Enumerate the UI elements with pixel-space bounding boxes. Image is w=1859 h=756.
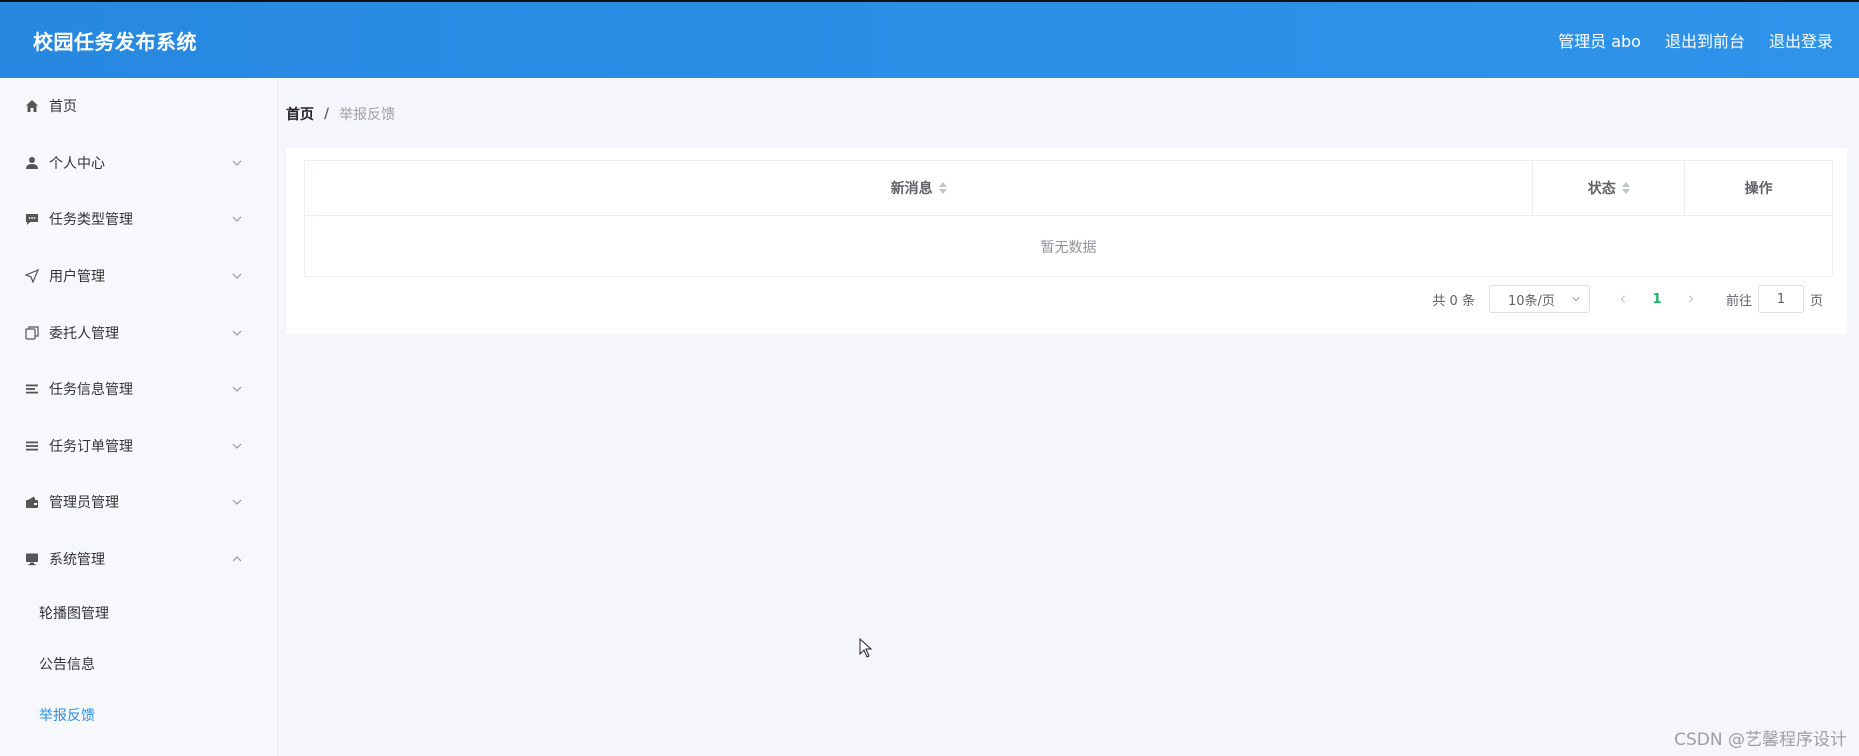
goto-page: 前往 页 (1726, 285, 1823, 313)
content-card: 新消息 状态 操作 暂无数据 共 0 条 10条/页 1 前往 1 页 (286, 148, 1847, 334)
watermark: CSDN @艺馨程序设计 (1674, 730, 1847, 750)
chat-icon (24, 211, 40, 227)
column-header-label: 操作 (1744, 181, 1773, 197)
sidebar-item-admins[interactable]: 管理员管理 (0, 474, 277, 531)
menu-icon (24, 438, 40, 454)
sidebar-subitem-label: 公告信息 (39, 656, 95, 673)
chevron-down-icon (1572, 296, 1580, 302)
chevron-down-icon (232, 386, 242, 393)
sort-icon[interactable] (938, 182, 947, 194)
send-icon (24, 268, 40, 284)
column-header-label: 新消息 (890, 181, 933, 197)
list-icon (24, 381, 40, 397)
next-page-button[interactable] (1676, 285, 1706, 313)
column-header-label: 状态 (1587, 181, 1616, 197)
breadcrumb: 首页 / 举报反馈 (286, 104, 395, 124)
chevron-right-icon (1688, 295, 1694, 303)
wallet-icon (24, 494, 40, 510)
pagination: 共 0 条 10条/页 1 前往 页 (1432, 285, 1823, 313)
goto-suffix: 页 (1809, 293, 1823, 309)
current-user-label[interactable]: 管理员 abo (1558, 28, 1641, 52)
chevron-down-icon (232, 273, 242, 279)
monitor-icon (24, 551, 40, 567)
chevron-down-icon (232, 160, 242, 166)
sidebar-subitem-label: 轮播图管理 (39, 605, 109, 622)
sidebar-item-label: 任务订单管理 (49, 438, 133, 455)
page-size-value: 10条/页 (1507, 293, 1555, 309)
sort-icon[interactable] (1621, 182, 1630, 194)
main-content: 首页 / 举报反馈 新消息 状态 操作 暂无数据 共 0 条 10条/页 1 前… (278, 78, 1859, 756)
sidebar-subitem-carousel[interactable]: 轮播图管理 (0, 587, 277, 638)
sidebar-item-label: 任务信息管理 (49, 382, 133, 399)
chevron-down-icon (232, 500, 242, 506)
sidebar: 首页 个人中心 任务类型管理 用户管理 委托人管理 任务信息管理 任务订单管理 … (0, 78, 278, 756)
user-icon (24, 155, 40, 171)
logout-link[interactable]: 退出登录 (1769, 28, 1833, 52)
goto-page-input[interactable] (1757, 285, 1804, 313)
goto-prefix: 前往 (1725, 293, 1752, 309)
table-empty-text: 暂无数据 (1040, 239, 1097, 256)
sidebar-item-label: 用户管理 (49, 269, 105, 286)
sidebar-item-label: 任务类型管理 (49, 212, 133, 229)
sidebar-subitem-feedback[interactable]: 举报反馈 (0, 689, 277, 740)
sidebar-item-label: 系统管理 (49, 552, 105, 569)
sidebar-item-clients[interactable]: 委托人管理 (0, 304, 277, 361)
prev-page-button[interactable] (1608, 285, 1638, 313)
sidebar-subitem-label: 举报反馈 (39, 707, 95, 724)
sidebar-item-task-info[interactable]: 任务信息管理 (0, 361, 277, 418)
sidebar-item-task-orders[interactable]: 任务订单管理 (0, 418, 277, 475)
data-table: 新消息 状态 操作 暂无数据 (304, 160, 1833, 277)
pagination-total: 共 0 条 (1432, 293, 1475, 309)
copy-icon (24, 325, 40, 341)
header-actions: 管理员 abo 退出到前台 退出登录 (1558, 28, 1833, 52)
column-header-message[interactable]: 新消息 (305, 161, 1534, 215)
breadcrumb-separator: / (324, 106, 330, 122)
sidebar-item-personal-center[interactable]: 个人中心 (0, 135, 277, 192)
sidebar-item-home[interactable]: 首页 (0, 78, 277, 135)
chevron-left-icon (1620, 295, 1626, 303)
sidebar-item-task-types[interactable]: 任务类型管理 (0, 191, 277, 248)
breadcrumb-home[interactable]: 首页 (286, 104, 314, 124)
sidebar-item-label: 管理员管理 (49, 495, 119, 512)
table-header: 新消息 状态 操作 (305, 161, 1832, 216)
sidebar-subitem-notices[interactable]: 公告信息 (0, 638, 277, 689)
sidebar-item-label: 首页 (49, 99, 77, 116)
column-header-status[interactable]: 状态 (1533, 161, 1686, 215)
top-header: 校园任务发布系统 管理员 abo 退出到前台 退出登录 (0, 0, 1859, 78)
chevron-down-icon (232, 443, 242, 449)
chevron-up-icon (232, 556, 242, 562)
sidebar-item-label: 个人中心 (49, 155, 105, 172)
app-title: 校园任务发布系统 (33, 29, 197, 54)
sidebar-item-system[interactable]: 系统管理 (0, 531, 277, 588)
chevron-down-icon (232, 217, 242, 223)
sidebar-item-users[interactable]: 用户管理 (0, 248, 277, 305)
mouse-cursor-icon (859, 638, 873, 658)
exit-to-front-link[interactable]: 退出到前台 (1665, 28, 1745, 52)
chevron-down-icon (232, 330, 242, 336)
home-icon (24, 98, 40, 114)
page-size-select[interactable]: 10条/页 (1488, 285, 1590, 313)
breadcrumb-current: 举报反馈 (339, 107, 396, 123)
page-number-current[interactable]: 1 (1638, 285, 1676, 313)
column-header-actions: 操作 (1685, 161, 1832, 215)
sidebar-item-label: 委托人管理 (49, 325, 119, 342)
